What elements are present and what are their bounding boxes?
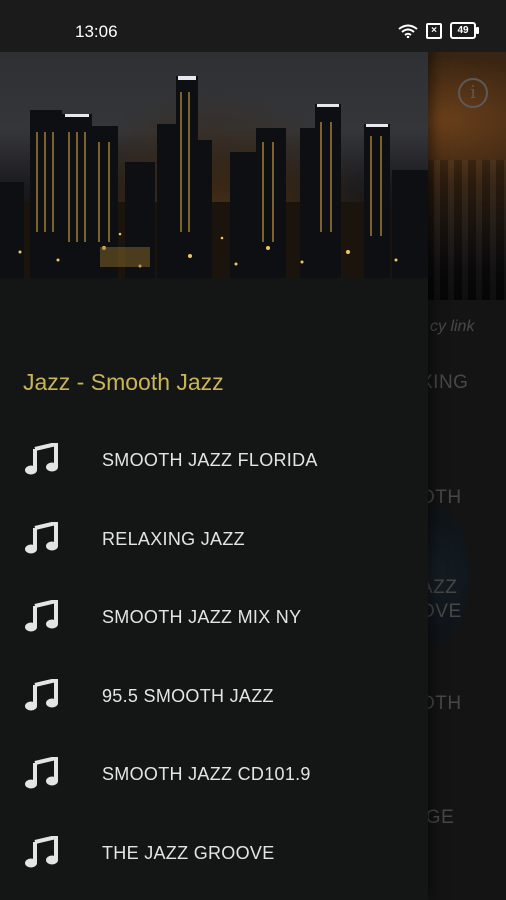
station-label: SMOOTH JAZZ MIX NY bbox=[102, 607, 302, 628]
music-note-icon bbox=[25, 600, 58, 632]
status-time: 13:06 bbox=[75, 22, 118, 41]
battery-icon: 49 bbox=[450, 22, 479, 39]
status-bar: 13:06 × 49 bbox=[0, 0, 506, 52]
station-item-95-5-smooth-jazz[interactable]: 95.5 SMOOTH JAZZ bbox=[0, 656, 428, 735]
city-skyline-image bbox=[0, 76, 428, 278]
station-label: SMOOTH JAZZ FLORIDA bbox=[102, 450, 318, 470]
music-note-icon bbox=[25, 757, 58, 789]
station-label: SMOOTH JAZZ CD101.9 bbox=[102, 764, 311, 785]
station-item-the-jazz-groove[interactable]: THE JAZZ GROOVE bbox=[0, 813, 428, 892]
music-note-icon bbox=[25, 521, 58, 554]
station-item-smooth-jazz-cd101-9[interactable]: SMOOTH JAZZ CD101.9 bbox=[0, 734, 428, 813]
station-item-smooth-jazz-mix-ny[interactable]: SMOOTH JAZZ MIX NY bbox=[0, 577, 428, 656]
station-label: RELAXING JAZZ bbox=[102, 528, 245, 549]
music-note-icon bbox=[25, 835, 58, 868]
station-item-smooth-jazz-florida[interactable]: SMOOTH JAZZ FLORIDA bbox=[0, 420, 428, 499]
station-label: THE JAZZ GROOVE bbox=[102, 842, 275, 863]
notification-x-icon: × bbox=[426, 22, 442, 39]
drawer-section-title: Jazz - Smooth Jazz bbox=[23, 369, 224, 395]
drawer-header-image bbox=[0, 52, 428, 278]
music-note-icon bbox=[25, 443, 58, 475]
station-label: 95.5 SMOOTH JAZZ bbox=[102, 685, 274, 706]
navigation-drawer: Jazz - Smooth Jazz SMOOTH JAZZ FLORIDA R… bbox=[0, 0, 428, 900]
station-item-relaxing-jazz[interactable]: RELAXING JAZZ bbox=[0, 499, 428, 578]
wifi-icon bbox=[398, 24, 418, 38]
music-note-icon bbox=[25, 678, 58, 711]
station-list: SMOOTH JAZZ FLORIDA RELAXING JAZZ SMOOTH… bbox=[0, 420, 428, 892]
status-icons: × 49 bbox=[398, 22, 479, 39]
